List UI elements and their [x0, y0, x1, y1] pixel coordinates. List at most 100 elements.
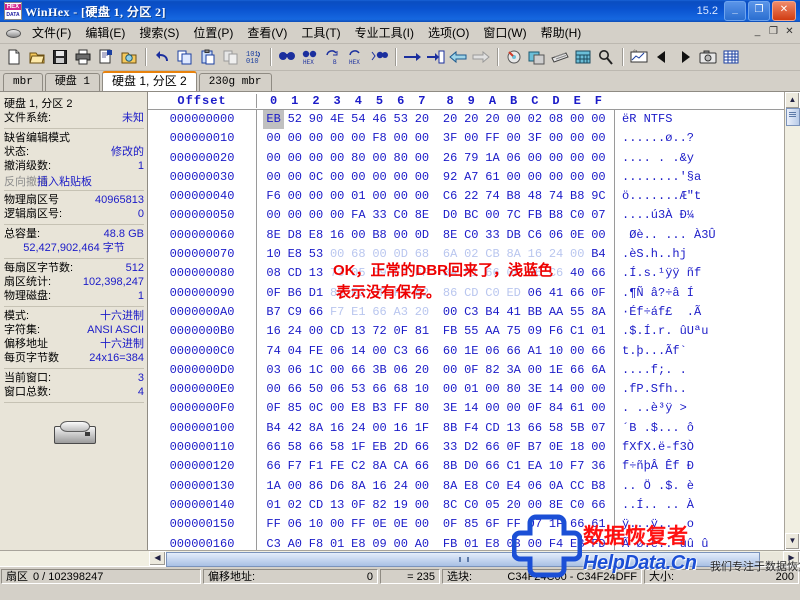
hex-byte[interactable]: B4: [263, 419, 284, 438]
hex-byte[interactable]: 03: [263, 361, 284, 380]
hex-byte[interactable]: 00: [369, 187, 390, 206]
hex-byte[interactable]: B8: [545, 206, 566, 225]
menu-help[interactable]: 帮助(H): [534, 22, 589, 43]
hex-byte[interactable]: 0F: [263, 399, 284, 418]
hex-byte[interactable]: 66: [482, 438, 503, 457]
hex-row[interactable]: 000000000 EB 52 90 4E 54 46 53 20 20 20 20 00 02 08 00 0…: [148, 110, 800, 130]
hex-byte[interactable]: BB: [524, 303, 545, 322]
hex-byte[interactable]: 00: [482, 206, 503, 225]
hex-byte[interactable]: 00: [305, 322, 326, 341]
hex-byte[interactable]: F4: [545, 535, 566, 550]
hex-byte[interactable]: 00: [390, 226, 411, 245]
hex-byte[interactable]: 08: [545, 110, 566, 129]
menu-file[interactable]: 文件(F): [25, 22, 78, 43]
hex-byte[interactable]: 00: [284, 206, 305, 225]
hex-byte[interactable]: FF: [390, 399, 411, 418]
hex-byte[interactable]: 6A: [588, 361, 609, 380]
hex-byte[interactable]: 16: [327, 419, 348, 438]
hex-byte[interactable]: 00: [524, 149, 545, 168]
hex-byte[interactable]: FB: [440, 535, 461, 550]
hex-byte[interactable]: 58: [545, 419, 566, 438]
hex-byte[interactable]: 10: [263, 245, 284, 264]
hex-byte[interactable]: 80: [348, 149, 369, 168]
hex-byte-cells[interactable]: 00 00 0C 00 00 00 00 00 92 A7 61 00 00 00 00 00: [256, 167, 614, 188]
hex-row[interactable]: 000000150 FF 06 10 00 FF 0E 0E 00 0F 85 6F FF 07 1F 66 6…: [148, 515, 800, 535]
hex-byte[interactable]: B7: [524, 438, 545, 457]
hex-byte[interactable]: B9: [369, 264, 390, 283]
hex-byte[interactable]: 00: [524, 361, 545, 380]
hex-byte[interactable]: F4: [461, 419, 482, 438]
hex-byte[interactable]: 06: [284, 361, 305, 380]
hex-byte[interactable]: 00: [503, 399, 524, 418]
hex-byte[interactable]: 55: [567, 303, 588, 322]
disk-tools-icon[interactable]: [503, 46, 525, 68]
hex-ascii-text[interactable]: ëR NTFS: [614, 110, 800, 130]
hex-byte-cells[interactable]: 00 00 00 00 FA 33 C0 8E D0 BC 00 7C FB B8 C0 07: [256, 206, 614, 226]
hex-byte[interactable]: A0: [284, 535, 305, 550]
hex-byte[interactable]: 0F: [588, 284, 609, 303]
hex-byte[interactable]: 68: [411, 245, 432, 264]
hex-byte[interactable]: CD: [461, 284, 482, 303]
clipboard-data-icon[interactable]: [220, 46, 242, 68]
hex-ascii-text[interactable]: .fP.Sfh..: [614, 380, 800, 400]
hex-byte[interactable]: 2D: [390, 438, 411, 457]
hex-byte[interactable]: E2: [348, 284, 369, 303]
hex-byte[interactable]: 00: [588, 226, 609, 245]
scroll-left-icon[interactable]: ◀: [149, 551, 166, 566]
hex-byte[interactable]: 86: [440, 284, 461, 303]
hex-byte[interactable]: 55: [461, 322, 482, 341]
hex-byte[interactable]: 00: [327, 245, 348, 264]
hex-byte[interactable]: C6: [440, 187, 461, 206]
hex-byte[interactable]: 10: [545, 342, 566, 361]
hex-byte[interactable]: 80: [411, 399, 432, 418]
hex-ascii-text[interactable]: ö.......Æ"t: [614, 187, 800, 207]
hex-byte[interactable]: 00: [588, 129, 609, 148]
hex-byte[interactable]: 00: [327, 399, 348, 418]
hex-byte[interactable]: 20: [411, 110, 432, 129]
hex-byte[interactable]: 41: [503, 303, 524, 322]
hex-byte-cells[interactable]: 01 02 CD 13 0F 82 19 00 8C C0 05 20 00 8E C0 66: [256, 495, 614, 516]
hex-byte[interactable]: 00: [411, 187, 432, 206]
hex-byte[interactable]: CB: [482, 245, 503, 264]
hex-byte[interactable]: 00: [390, 168, 411, 187]
hex-byte[interactable]: 14: [545, 380, 566, 399]
calculator-icon[interactable]: [572, 46, 594, 68]
hex-byte[interactable]: ED: [503, 284, 524, 303]
hex-byte-cells[interactable]: 8E D8 E8 16 00 B8 00 0D 8E C0 33 DB C6 06 0E 00: [256, 225, 614, 246]
hex-byte[interactable]: 4E: [327, 110, 348, 129]
hex-byte[interactable]: E1: [348, 303, 369, 322]
hex-byte[interactable]: FF: [411, 264, 432, 283]
hex-byte[interactable]: F6: [545, 322, 566, 341]
hex-byte[interactable]: 24: [284, 322, 305, 341]
hex-byte[interactable]: 73: [327, 264, 348, 283]
hex-byte[interactable]: E2: [411, 284, 432, 303]
hex-row[interactable]: 000000110 66 58 66 58 1F EB 2D 66 33 D2 66 0F B7 0E 18 0…: [148, 438, 800, 458]
hex-byte[interactable]: 61: [588, 515, 609, 534]
hex-byte[interactable]: FF: [348, 515, 369, 534]
hex-byte[interactable]: 00: [327, 515, 348, 534]
hex-byte[interactable]: 06: [327, 342, 348, 361]
hex-byte[interactable]: 10: [411, 380, 432, 399]
scroll-right-icon[interactable]: ▶: [783, 551, 800, 566]
hex-byte[interactable]: 06: [545, 226, 566, 245]
menu-tools[interactable]: 工具(T): [294, 22, 347, 43]
hex-byte[interactable]: 00: [369, 149, 390, 168]
hex-byte[interactable]: FB: [440, 322, 461, 341]
hex-byte[interactable]: 3E: [440, 399, 461, 418]
hex-ascii-text[interactable]: .Í.s.¹ÿÿ ñf: [614, 264, 800, 284]
hex-byte-cells[interactable]: 1A 00 86 D6 8A 16 24 00 8A E8 C0 E4 06 0A CC B8: [256, 476, 614, 496]
find-hex-icon[interactable]: HEX: [299, 46, 321, 68]
hex-byte[interactable]: 01: [461, 535, 482, 550]
maximize-icon[interactable]: ❐: [748, 1, 770, 21]
hex-byte[interactable]: 00: [588, 380, 609, 399]
hex-byte[interactable]: 08: [263, 264, 284, 283]
hex-byte[interactable]: 00: [567, 168, 588, 187]
hex-byte[interactable]: C0: [567, 496, 588, 515]
hex-byte[interactable]: 0F: [390, 322, 411, 341]
hex-ascii-text[interactable]: Øè.. ... À3Û: [614, 225, 800, 246]
hex-row[interactable]: 000000080 08 CD 13 73 05 B9 FF FF 8A F1 66 0F B6 C6 40 6…: [148, 264, 800, 284]
hex-row[interactable]: 000000140 01 02 CD 13 0F 82 19 00 8C C0 05 20 00 8E C0 6…: [148, 495, 800, 516]
hex-ascii-text[interactable]: .. Ö .$. è: [614, 476, 800, 496]
hex-byte[interactable]: D0: [440, 206, 461, 225]
hex-byte[interactable]: F7: [284, 457, 305, 476]
